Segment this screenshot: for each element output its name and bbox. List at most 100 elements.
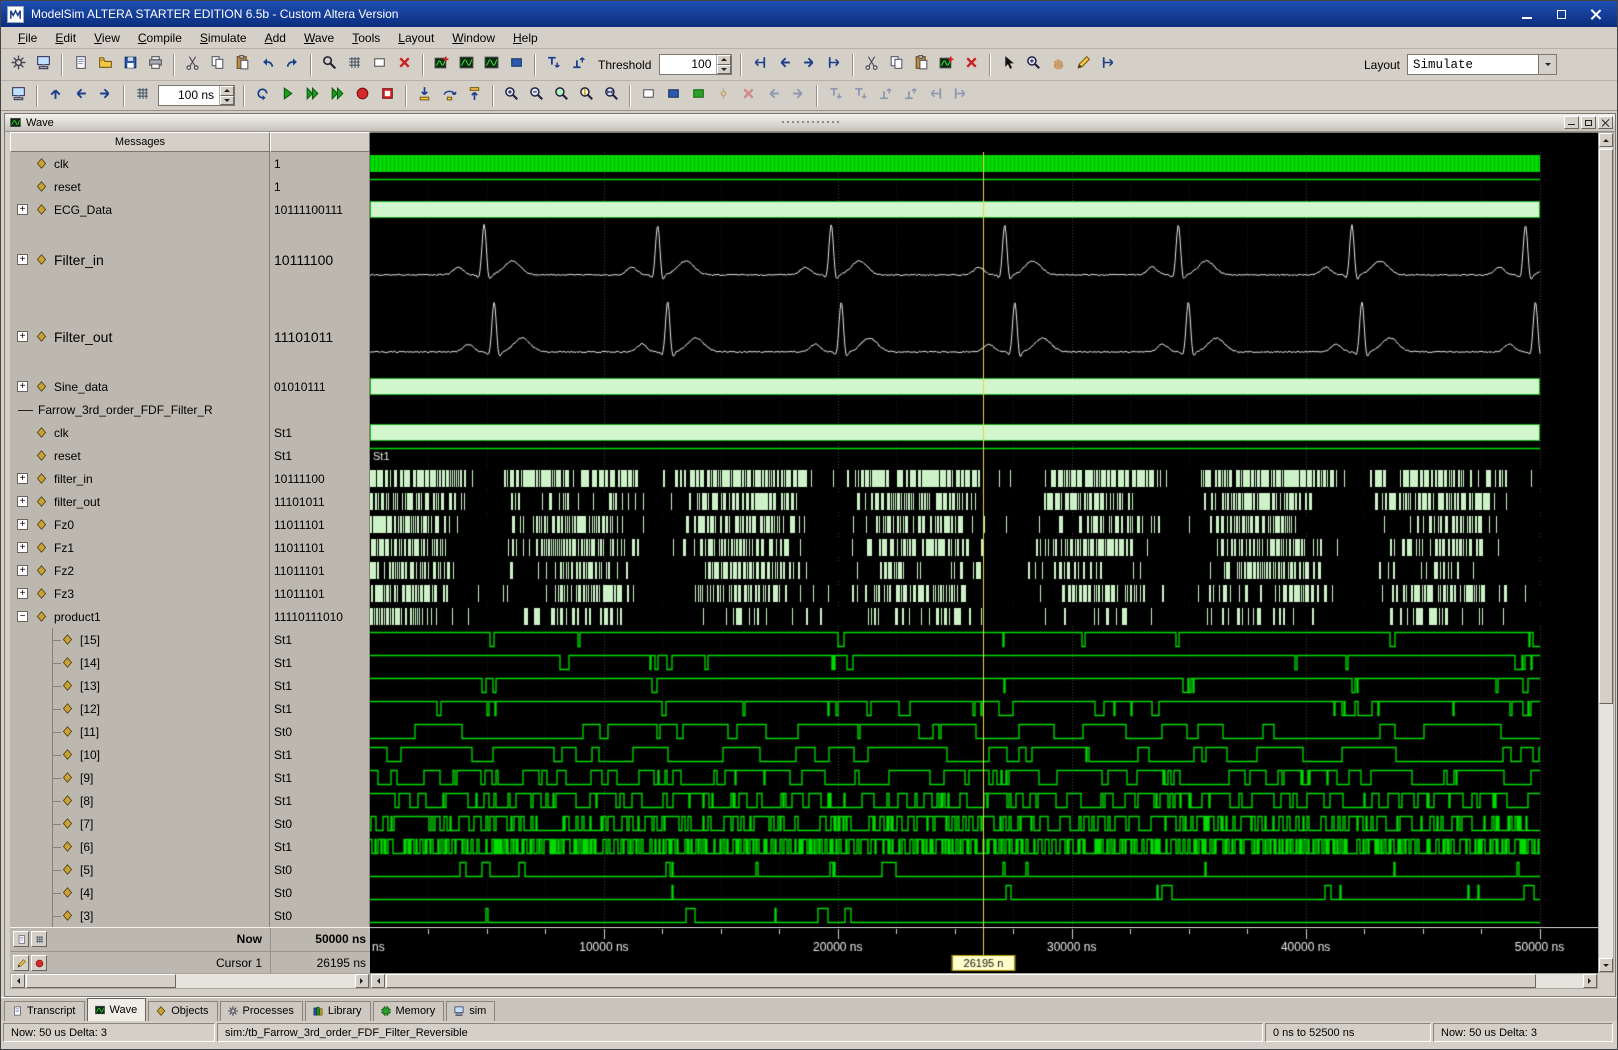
wave-scroll-right-button[interactable] (1583, 974, 1597, 988)
signal-row-6[interactable]: [6] (10, 835, 269, 858)
signal-row-sine-data[interactable]: +Sine_data (10, 375, 269, 398)
restore-button[interactable] (1545, 4, 1577, 24)
search-last-button[interactable] (822, 53, 847, 77)
wave-edit-copy-button[interactable] (884, 53, 909, 77)
compile-options-button[interactable] (6, 53, 31, 77)
new-file-button[interactable] (68, 53, 93, 77)
wave-scroll-thumb[interactable] (386, 974, 1536, 988)
tab-processes[interactable]: Processes (220, 1001, 303, 1021)
expand-toggle[interactable]: + (17, 542, 28, 553)
add-wave-button[interactable] (454, 53, 479, 77)
wave-edit-delete-edge-button[interactable] (959, 53, 984, 77)
pan-mode-button[interactable] (1046, 53, 1071, 77)
minimize-button[interactable] (1511, 4, 1543, 24)
add-selected-to-wave-button[interactable] (429, 53, 454, 77)
step-into-button[interactable] (412, 84, 437, 108)
simulation-environment-button[interactable] (6, 84, 31, 108)
run-length-decrement-button[interactable] (220, 96, 234, 106)
wave-edit-insert-pulse-button[interactable] (934, 53, 959, 77)
run-length-increment-button[interactable] (220, 86, 234, 96)
signal-row-reset[interactable]: reset (10, 444, 269, 467)
run-button[interactable] (275, 84, 300, 108)
add-time-marker-button[interactable] (711, 84, 736, 108)
save-button[interactable] (118, 53, 143, 77)
collapse-toggle[interactable]: − (17, 611, 28, 622)
panel-close-button[interactable] (1598, 116, 1613, 129)
names-horizontal-scrollbar[interactable] (10, 973, 370, 989)
insert-divider-button[interactable] (504, 53, 529, 77)
signal-row-fz2[interactable]: +Fz2 (10, 559, 269, 582)
expand-toggle[interactable]: + (17, 473, 28, 484)
delete-time-marker-button[interactable] (736, 84, 761, 108)
panel-drag-grip[interactable] (781, 120, 839, 126)
signal-row-8[interactable]: [8] (10, 789, 269, 812)
zoom-in-button[interactable] (499, 84, 524, 108)
signal-row-9[interactable]: [9] (10, 766, 269, 789)
expand-toggle[interactable]: + (17, 496, 28, 507)
signal-row-filter-in[interactable]: +filter_in (10, 467, 269, 490)
threshold-value[interactable]: 100 (660, 55, 716, 74)
expand-toggle[interactable]: + (17, 254, 28, 265)
find-button[interactable] (317, 53, 342, 77)
print-button[interactable] (143, 53, 168, 77)
menu-view[interactable]: View (85, 28, 129, 48)
expand-toggle[interactable]: + (17, 331, 28, 342)
run-all-button[interactable] (325, 84, 350, 108)
show-full-path-button[interactable] (661, 84, 686, 108)
messages-column-header[interactable]: Messages (10, 132, 270, 152)
menu-window[interactable]: Window (443, 28, 504, 48)
timeline-ruler[interactable] (370, 927, 1598, 973)
zoom-in-on-active-cursor-button[interactable] (574, 84, 599, 108)
run-length-value[interactable]: 100 ns (159, 86, 219, 105)
zoom-full-button[interactable] (549, 84, 574, 108)
wave-display[interactable] (370, 152, 1598, 927)
find-filter-button[interactable] (342, 53, 367, 77)
menu-help[interactable]: Help (504, 28, 547, 48)
previous-rising-edge-button[interactable] (873, 84, 898, 108)
scroll-right-button[interactable] (355, 974, 369, 988)
go-forward-button[interactable] (93, 84, 118, 108)
previous-falling-edge-button[interactable] (823, 84, 848, 108)
wave-vertical-scrollbar[interactable] (1598, 132, 1614, 973)
break-button[interactable] (350, 84, 375, 108)
names-scroll-thumb[interactable] (26, 974, 176, 988)
scroll-up-button[interactable] (1599, 133, 1613, 147)
tab-transcript[interactable]: Transcript (4, 1001, 85, 1021)
previous-marker-button[interactable] (761, 84, 786, 108)
undo-button[interactable] (255, 53, 280, 77)
signal-row-12[interactable]: [12] (10, 697, 269, 720)
restart-button[interactable] (250, 84, 275, 108)
close-button[interactable] (1579, 4, 1611, 24)
threshold-increment-button[interactable] (717, 55, 731, 65)
step-out-button[interactable] (462, 84, 487, 108)
menu-compile[interactable]: Compile (129, 28, 191, 48)
tab-sim[interactable]: sim (446, 1001, 495, 1021)
stop-button[interactable] (375, 84, 400, 108)
layout-combobox[interactable]: Simulate (1407, 54, 1557, 75)
signal-row-15[interactable]: [15] (10, 628, 269, 651)
signal-row-filter-in[interactable]: +Filter_in (10, 221, 269, 298)
threshold-decrement-button[interactable] (717, 65, 731, 75)
go-up-button[interactable] (43, 84, 68, 108)
signal-row-fz0[interactable]: +Fz0 (10, 513, 269, 536)
next-transition-button[interactable] (948, 84, 973, 108)
signal-row-filter-out[interactable]: +filter_out (10, 490, 269, 513)
wave-scroll-left-button[interactable] (371, 974, 385, 988)
signal-row-reset[interactable]: reset (10, 175, 269, 198)
signal-row-ecg-data[interactable]: +ECG_Data (10, 198, 269, 221)
signal-row-13[interactable]: [13] (10, 674, 269, 697)
search-next-button[interactable] (797, 53, 822, 77)
signal-row-clk[interactable]: clk (10, 152, 269, 175)
menu-add[interactable]: Add (256, 28, 295, 48)
signal-row-14[interactable]: [14] (10, 651, 269, 674)
memory-view-button[interactable] (130, 84, 155, 108)
layout-dropdown-button[interactable] (1538, 55, 1556, 74)
menu-tools[interactable]: Tools (343, 28, 389, 48)
zoom-out-button[interactable] (524, 84, 549, 108)
collapse-all-button[interactable] (367, 53, 392, 77)
menu-file[interactable]: File (9, 28, 46, 48)
add-wave-group-button[interactable] (479, 53, 504, 77)
signal-row-11[interactable]: [11] (10, 720, 269, 743)
menu-edit[interactable]: Edit (46, 28, 85, 48)
panel-dock-button[interactable] (1564, 116, 1579, 129)
